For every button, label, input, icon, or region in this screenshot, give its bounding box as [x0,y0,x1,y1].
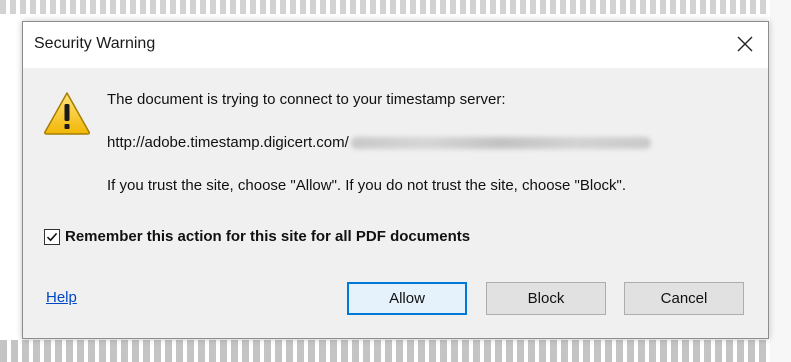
cancel-button[interactable]: Cancel [624,282,744,315]
server-url-line: http://adobe.timestamp.digicert.com/ [107,134,651,151]
remember-checkbox[interactable] [44,228,60,245]
server-url: http://adobe.timestamp.digicert.com/ [107,134,349,151]
background-dashes-bottom [0,340,791,362]
dialog-titlebar: Security Warning [23,22,768,68]
message-line-1: The document is trying to connect to you… [107,91,506,108]
background-dashes-top [0,0,791,14]
message-line-3: If you trust the site, choose "Allow". I… [107,177,627,194]
redacted-url-path [350,137,651,150]
dialog-title: Security Warning [34,35,156,52]
close-button[interactable] [722,22,768,66]
checkmark-icon [46,232,58,241]
close-icon [737,36,753,52]
help-link[interactable]: Help [46,289,77,306]
remember-checkbox-row[interactable]: Remember this action for this site for a… [44,228,470,245]
remember-label: Remember this action for this site for a… [65,228,471,245]
background-right-strip [770,0,791,362]
allow-button[interactable]: Allow [347,282,467,315]
security-warning-dialog: Security Warning The document is trying … [22,21,769,339]
warning-icon [44,92,90,135]
block-button[interactable]: Block [486,282,606,315]
